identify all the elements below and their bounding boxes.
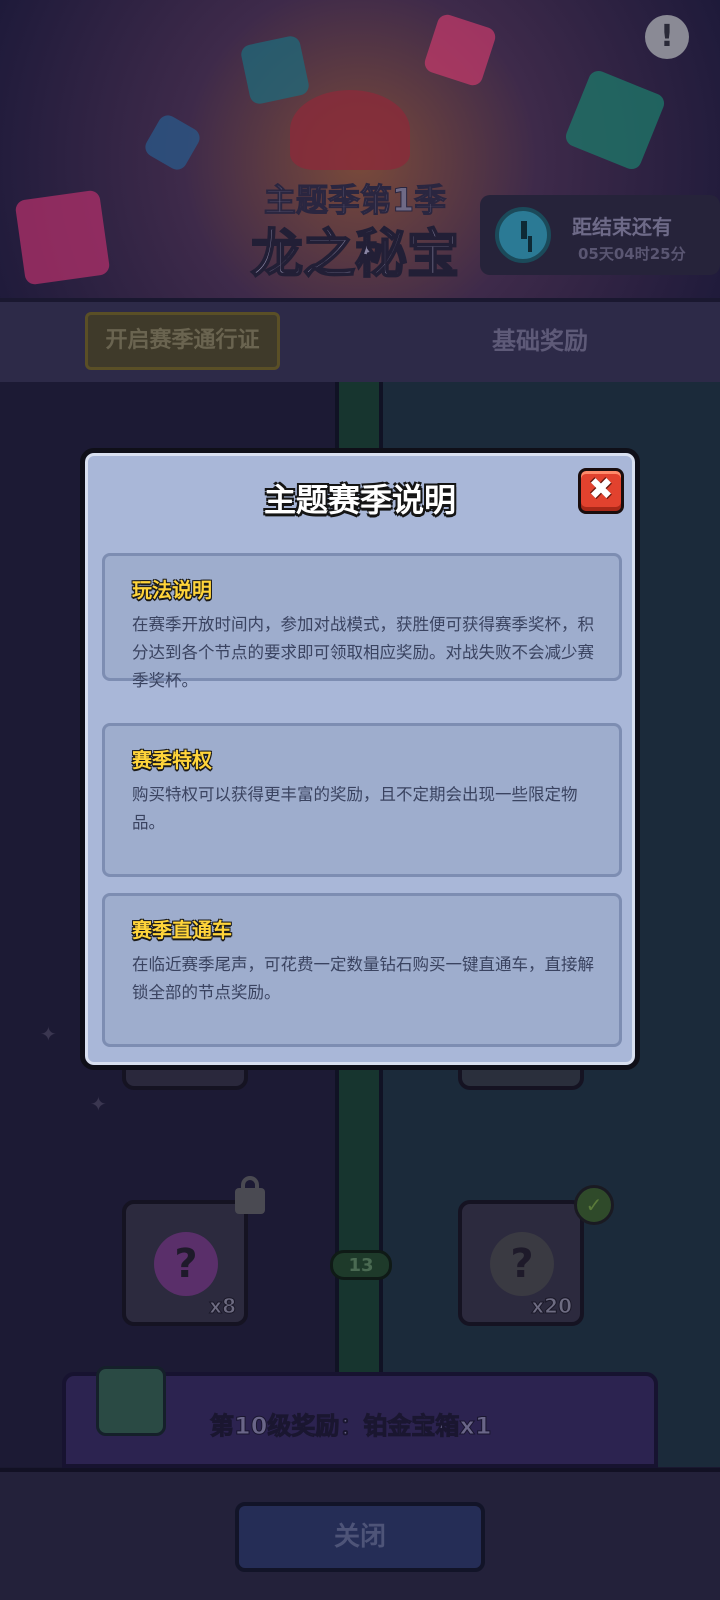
season-info-dialog: 主题赛季说明 ✖ 玩法说明 在赛季开放时间内，参加对战模式，获胜便可获得赛季奖杯… — [80, 448, 640, 1070]
section-privilege: 赛季特权 购买特权可以获得更丰富的奖励，且不定期会出现一些限定物品。 — [102, 723, 622, 877]
checkmark-icon: ✓ — [574, 1185, 614, 1225]
dice-decoration — [422, 12, 498, 88]
section-body: 购买特权可以获得更丰富的奖励，且不定期会出现一些限定物品。 — [132, 785, 578, 832]
tab-basic-rewards[interactable]: 基础奖励 — [440, 312, 640, 370]
tab-season-pass[interactable]: 开启赛季通行证 — [85, 312, 280, 370]
clock-icon — [495, 207, 551, 263]
milestone-reward-text: 第10级奖励：铂金宝箱x1 — [210, 1412, 493, 1441]
reward-count: x20 — [531, 1294, 573, 1319]
treasure-chest-icon — [96, 1366, 166, 1436]
basic-reward-card[interactable]: ? x20 — [458, 1200, 584, 1326]
mystery-reward-icon: ? — [490, 1232, 554, 1296]
dialog-title: 主题赛季说明 — [263, 481, 456, 519]
timer-label: 距结束还有 — [572, 215, 672, 239]
section-body: 在赛季开放时间内，参加对战模式，获胜便可获得赛季奖杯，积分达到各个节点的要求即可… — [132, 615, 594, 690]
close-button[interactable]: 关闭 — [235, 1502, 485, 1572]
sparkle-icon: ✦ — [90, 1092, 107, 1116]
reward-count: x8 — [209, 1294, 237, 1319]
dragon-artwork — [290, 90, 410, 170]
close-icon[interactable]: ✖ — [578, 468, 624, 514]
reward-tabs: 开启赛季通行证 基础奖励 — [0, 298, 720, 386]
section-body: 在临近赛季尾声，可花费一定数量钻石购买一键直通车，直接解锁全部的节点奖励。 — [132, 955, 594, 1002]
bottom-bar: 关闭 — [0, 1468, 720, 1600]
section-title: 赛季特权 — [132, 748, 212, 772]
section-title: 玩法说明 — [132, 578, 212, 602]
info-icon[interactable]: ! — [645, 15, 689, 59]
section-gameplay: 玩法说明 在赛季开放时间内，参加对战模式，获胜便可获得赛季奖杯，积分达到各个节点… — [102, 553, 622, 690]
lock-icon — [235, 1176, 265, 1214]
section-express: 赛季直通车 在临近赛季尾声，可花费一定数量钻石购买一键直通车，直接解锁全部的节点… — [102, 893, 622, 1047]
level-badge: 13 — [330, 1250, 392, 1280]
dice-decoration — [14, 189, 111, 286]
mystery-reward-icon: ? — [154, 1232, 218, 1296]
season-banner: ! 主题季第1季 龙之秘宝 距结束还有 05天04时25分 — [0, 0, 720, 300]
sparkle-icon: ✦ — [40, 1022, 57, 1046]
dice-decoration — [562, 67, 668, 173]
season-timer: 距结束还有 05天04时25分 — [480, 195, 720, 275]
section-title: 赛季直通车 — [132, 918, 232, 942]
milestone-reward-bar: 第10级奖励：铂金宝箱x1 — [62, 1366, 658, 1468]
dice-decoration — [141, 111, 204, 174]
pass-reward-card[interactable]: ? x8 — [122, 1200, 248, 1326]
timer-value: 05天04时25分 — [578, 245, 686, 263]
dice-decoration — [239, 34, 311, 106]
season-title: 龙之秘宝 — [250, 224, 460, 286]
